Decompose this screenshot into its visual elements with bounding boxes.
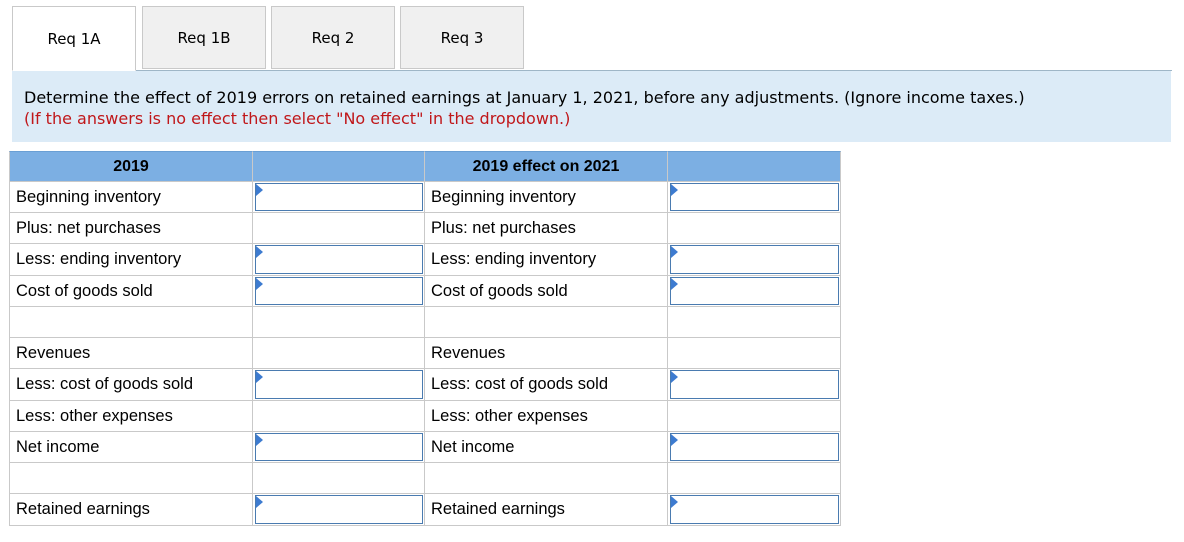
dropdown-input[interactable]	[670, 370, 839, 399]
dropdown-marker-icon	[256, 278, 263, 290]
input-cell-2021	[668, 276, 841, 307]
input-cell-2019	[253, 307, 425, 338]
input-cell-2021	[668, 213, 841, 244]
dropdown-input[interactable]	[670, 495, 839, 524]
header-blank-1	[253, 151, 425, 182]
table-header-row: 2019 2019 effect on 2021	[9, 151, 841, 182]
dropdown-marker-icon	[256, 371, 263, 383]
input-cell-2019	[253, 494, 425, 526]
input-cell-2019	[253, 244, 425, 276]
tab-req-1a[interactable]: Req 1A	[12, 6, 136, 71]
row-label-2019: Less: ending inventory	[9, 244, 253, 276]
dropdown-input[interactable]	[670, 245, 839, 274]
input-cell-2019	[253, 432, 425, 463]
dropdown-marker-icon	[256, 434, 263, 446]
table-row: Less: other expenses Less: other expenses	[9, 401, 841, 432]
dropdown-marker-icon	[671, 246, 678, 258]
row-label-2019: Less: cost of goods sold	[9, 369, 253, 401]
input-cell-2019	[253, 213, 425, 244]
dropdown-input[interactable]	[255, 370, 423, 399]
input-cell-2019	[253, 401, 425, 432]
input-cell-2021	[668, 432, 841, 463]
tab-req-1b[interactable]: Req 1B	[142, 6, 266, 69]
dropdown-marker-icon	[671, 278, 678, 290]
table-row: Net income Net income	[9, 432, 841, 463]
table-row: Beginning inventory Beginning inventory	[9, 182, 841, 213]
input-cell-2019	[253, 338, 425, 369]
dropdown-marker-icon	[671, 496, 678, 508]
table-row	[9, 463, 841, 494]
row-label-2019: Revenues	[9, 338, 253, 369]
dropdown-marker-icon	[671, 434, 678, 446]
row-label-2021: Retained earnings	[425, 494, 668, 526]
table-row	[9, 307, 841, 338]
input-cell-2021	[668, 182, 841, 213]
row-label-2019	[9, 463, 253, 494]
dropdown-input[interactable]	[670, 433, 839, 461]
row-label-2021: Plus: net purchases	[425, 213, 668, 244]
dropdown-marker-icon	[671, 371, 678, 383]
dropdown-input[interactable]	[255, 245, 423, 274]
instruction-panel: Determine the effect of 2019 errors on r…	[12, 71, 1171, 142]
table-row: Retained earnings Retained earnings	[9, 494, 841, 526]
header-blank-2	[668, 151, 841, 182]
row-label-2019: Retained earnings	[9, 494, 253, 526]
input-cell-2019	[253, 182, 425, 213]
tab-req-2[interactable]: Req 2	[271, 6, 395, 69]
input-cell-2021	[668, 369, 841, 401]
input-cell-2019	[253, 463, 425, 494]
table-row: Plus: net purchases Plus: net purchases	[9, 213, 841, 244]
input-cell-2021	[668, 401, 841, 432]
row-label-2021	[425, 463, 668, 494]
tab-req-3[interactable]: Req 3	[400, 6, 524, 69]
row-label-2021: Less: cost of goods sold	[425, 369, 668, 401]
row-label-2021	[425, 307, 668, 338]
row-label-2021: Cost of goods sold	[425, 276, 668, 307]
row-label-2021: Less: other expenses	[425, 401, 668, 432]
row-label-2019: Net income	[9, 432, 253, 463]
table-row: Cost of goods sold Cost of goods sold	[9, 276, 841, 307]
instruction-note: (If the answers is no effect then select…	[24, 109, 571, 128]
row-label-2019: Cost of goods sold	[9, 276, 253, 307]
input-cell-2019	[253, 369, 425, 401]
tab-bar: Req 1A Req 1B Req 2 Req 3	[12, 6, 1172, 71]
table-row: Less: ending inventory Less: ending inven…	[9, 244, 841, 276]
dropdown-input[interactable]	[255, 183, 423, 211]
dropdown-input[interactable]	[255, 277, 423, 305]
row-label-2021: Less: ending inventory	[425, 244, 668, 276]
dropdown-input[interactable]	[670, 183, 839, 211]
dropdown-marker-icon	[256, 496, 263, 508]
row-label-2019: Plus: net purchases	[9, 213, 253, 244]
header-2019: 2019	[9, 151, 253, 182]
input-cell-2021	[668, 338, 841, 369]
table-row: Less: cost of goods sold Less: cost of go…	[9, 369, 841, 401]
row-label-2019	[9, 307, 253, 338]
instruction-text: Determine the effect of 2019 errors on r…	[24, 88, 1025, 107]
input-cell-2021	[668, 244, 841, 276]
dropdown-marker-icon	[671, 184, 678, 196]
row-label-2021: Net income	[425, 432, 668, 463]
row-label-2021: Revenues	[425, 338, 668, 369]
input-cell-2021	[668, 463, 841, 494]
dropdown-input[interactable]	[255, 433, 423, 461]
answer-table: 2019 2019 effect on 2021 Beginning inven…	[9, 151, 841, 526]
row-label-2019: Beginning inventory	[9, 182, 253, 213]
input-cell-2021	[668, 494, 841, 526]
header-2019-effect-on-2021: 2019 effect on 2021	[425, 151, 668, 182]
dropdown-marker-icon	[256, 184, 263, 196]
input-cell-2021	[668, 307, 841, 338]
row-label-2021: Beginning inventory	[425, 182, 668, 213]
dropdown-marker-icon	[256, 246, 263, 258]
table-row: Revenues Revenues	[9, 338, 841, 369]
dropdown-input[interactable]	[670, 277, 839, 305]
dropdown-input[interactable]	[255, 495, 423, 524]
input-cell-2019	[253, 276, 425, 307]
row-label-2019: Less: other expenses	[9, 401, 253, 432]
